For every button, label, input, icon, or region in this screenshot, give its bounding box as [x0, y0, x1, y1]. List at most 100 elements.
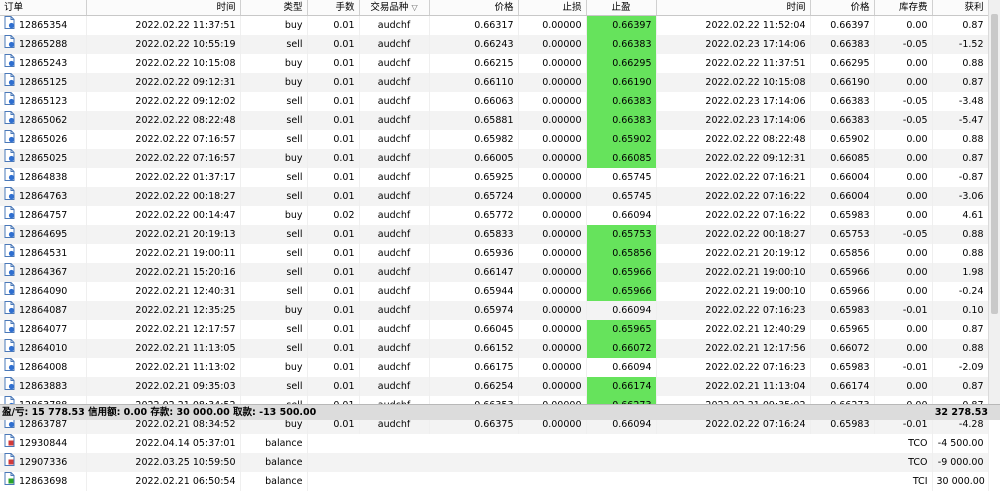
table-row[interactable]: 128650262022.02.22 07:16:57sell0.01audch… [0, 130, 988, 149]
col-swap-header[interactable]: 库存费 [874, 0, 932, 16]
lots: 0.01 [307, 187, 359, 206]
swap: -0.01 [874, 301, 932, 320]
table-row[interactable]: 128652432022.02.22 10:15:08buy0.01audchf… [0, 54, 988, 73]
table-row[interactable]: 128640872022.02.21 12:35:25buy0.01audchf… [0, 301, 988, 320]
trade-type: sell [240, 130, 307, 149]
col-profit-header[interactable]: 获利 [932, 0, 988, 16]
take-profit: 0.66383 [586, 92, 656, 111]
col-close-time-header[interactable]: 时间 [656, 0, 810, 16]
trade-type: balance [240, 472, 307, 491]
open-time: 2022.02.21 11:13:02 [86, 358, 240, 377]
col-lots-header[interactable]: 手数 [307, 0, 359, 16]
trade-history-window: 订单 时间 类型 手数 交易品种 ▽ 价格 止损 止盈 时间 价格 库存费 获利… [0, 0, 1000, 420]
close-price: 0.66383 [810, 35, 874, 54]
stop-loss: 0.00000 [518, 301, 586, 320]
trade-type: buy [240, 54, 307, 73]
order-id: 12865243 [19, 56, 67, 72]
vertical-scrollbar[interactable] [988, 0, 1000, 404]
open-time: 2022.02.22 10:55:19 [86, 35, 240, 54]
table-row[interactable]: 128653542022.02.22 11:37:51buy0.01audchf… [0, 16, 988, 36]
symbol: audchf [359, 225, 429, 244]
take-profit: 0.65745 [586, 187, 656, 206]
stop-loss: 0.00000 [518, 263, 586, 282]
table-row[interactable]: 128640102022.02.21 11:13:05sell0.01audch… [0, 339, 988, 358]
table-row[interactable]: 128650252022.02.22 07:16:57buy0.01audchf… [0, 149, 988, 168]
symbol: audchf [359, 168, 429, 187]
close-time: 2022.02.22 07:16:23 [656, 358, 810, 377]
stop-loss: 0.00000 [518, 282, 586, 301]
table-row[interactable]: 128651252022.02.22 09:12:31buy0.01audchf… [0, 73, 988, 92]
stop-loss: 0.00000 [518, 111, 586, 130]
table-row[interactable]: 128647572022.02.22 00:14:47buy0.02audchf… [0, 206, 988, 225]
table-row[interactable]: 128650622022.02.22 08:22:48sell0.01audch… [0, 111, 988, 130]
open-time: 2022.02.22 08:22:48 [86, 111, 240, 130]
order-cell: 12864757 [0, 206, 86, 225]
swap: -0.05 [874, 225, 932, 244]
table-row[interactable]: 128648382022.02.22 01:37:17sell0.01audch… [0, 168, 988, 187]
order-icon [4, 187, 15, 206]
symbol: audchf [359, 282, 429, 301]
stop-loss: 0.00000 [518, 92, 586, 111]
table-row[interactable]: 128652882022.02.22 10:55:19sell0.01audch… [0, 35, 988, 54]
balance-comment: TCO [307, 434, 932, 453]
profit: -4 500.00 [932, 434, 988, 453]
swap: 0.00 [874, 282, 932, 301]
stop-loss: 0.00000 [518, 377, 586, 396]
open-time: 2022.02.21 12:40:31 [86, 282, 240, 301]
close-price: 0.65983 [810, 301, 874, 320]
profit: 0.87 [932, 377, 988, 396]
table-row[interactable]: 128643672022.02.21 15:20:16sell0.01audch… [0, 263, 988, 282]
stop-loss: 0.00000 [518, 206, 586, 225]
trade-type: sell [240, 320, 307, 339]
open-time: 2022.02.21 11:13:05 [86, 339, 240, 358]
table-header: 订单 时间 类型 手数 交易品种 ▽ 价格 止损 止盈 时间 价格 库存费 获利 [0, 0, 988, 16]
col-time-header[interactable]: 时间 [86, 0, 240, 16]
balance-out-icon [4, 453, 15, 472]
trade-type: sell [240, 187, 307, 206]
table-row[interactable]: 128638832022.02.21 09:35:03sell0.01audch… [0, 377, 988, 396]
lots: 0.01 [307, 149, 359, 168]
table-row[interactable]: 128640902022.02.21 12:40:31sell0.01audch… [0, 282, 988, 301]
open-price: 0.66005 [429, 149, 518, 168]
col-close-price-header[interactable]: 价格 [810, 0, 874, 16]
order-cell: 12864763 [0, 187, 86, 206]
balance-out-icon [4, 434, 15, 453]
account-summary: 盈/亏: 15 778.53 信用额: 0.00 存款: 30 000.00 取… [2, 407, 316, 418]
order-icon [4, 358, 15, 377]
take-profit: 0.66085 [586, 149, 656, 168]
close-price: 0.66383 [810, 92, 874, 111]
symbol: audchf [359, 320, 429, 339]
profit: 1.98 [932, 263, 988, 282]
table-row[interactable]: 128651232022.02.22 09:12:02sell0.01audch… [0, 92, 988, 111]
table-row[interactable]: 128646952022.02.21 20:19:13sell0.01audch… [0, 225, 988, 244]
order-cell: 12864010 [0, 339, 86, 358]
stop-loss: 0.00000 [518, 130, 586, 149]
table-row[interactable]: 128640772022.02.21 12:17:57sell0.01audch… [0, 320, 988, 339]
col-tp-header[interactable]: 止盈 [586, 0, 656, 16]
balance-row[interactable]: 128636982022.02.21 06:50:54balanceTCI30 … [0, 472, 988, 491]
order-cell: 12863698 [0, 472, 86, 491]
open-price: 0.65724 [429, 187, 518, 206]
col-symbol-header[interactable]: 交易品种 ▽ [359, 0, 429, 16]
open-time: 2022.02.22 09:12:02 [86, 92, 240, 111]
col-price-header[interactable]: 价格 [429, 0, 518, 16]
col-sl-header[interactable]: 止损 [518, 0, 586, 16]
table-row[interactable]: 128647632022.02.22 00:18:27sell0.01audch… [0, 187, 988, 206]
balance-row[interactable]: 129308442022.04.14 05:37:01balanceTCO-4 … [0, 434, 988, 453]
table-row[interactable]: 128645312022.02.21 19:00:11sell0.01audch… [0, 244, 988, 263]
profit: 0.87 [932, 320, 988, 339]
order-icon [4, 282, 15, 301]
col-type-header[interactable]: 类型 [240, 0, 307, 16]
balance-row[interactable]: 129073362022.03.25 10:59:50balanceTCO-9 … [0, 453, 988, 472]
profit: -5.47 [932, 111, 988, 130]
table-row[interactable]: 128640082022.02.21 11:13:02buy0.01audchf… [0, 358, 988, 377]
order-cell: 12865025 [0, 149, 86, 168]
order-icon [4, 320, 15, 339]
open-time: 2022.02.21 09:35:03 [86, 377, 240, 396]
close-time: 2022.02.23 17:14:06 [656, 111, 810, 130]
profit: 0.88 [932, 339, 988, 358]
col-order-header[interactable]: 订单 [0, 0, 86, 16]
order-cell: 12865062 [0, 111, 86, 130]
scrollbar-thumb[interactable] [991, 14, 998, 314]
order-id: 12864087 [19, 303, 67, 319]
